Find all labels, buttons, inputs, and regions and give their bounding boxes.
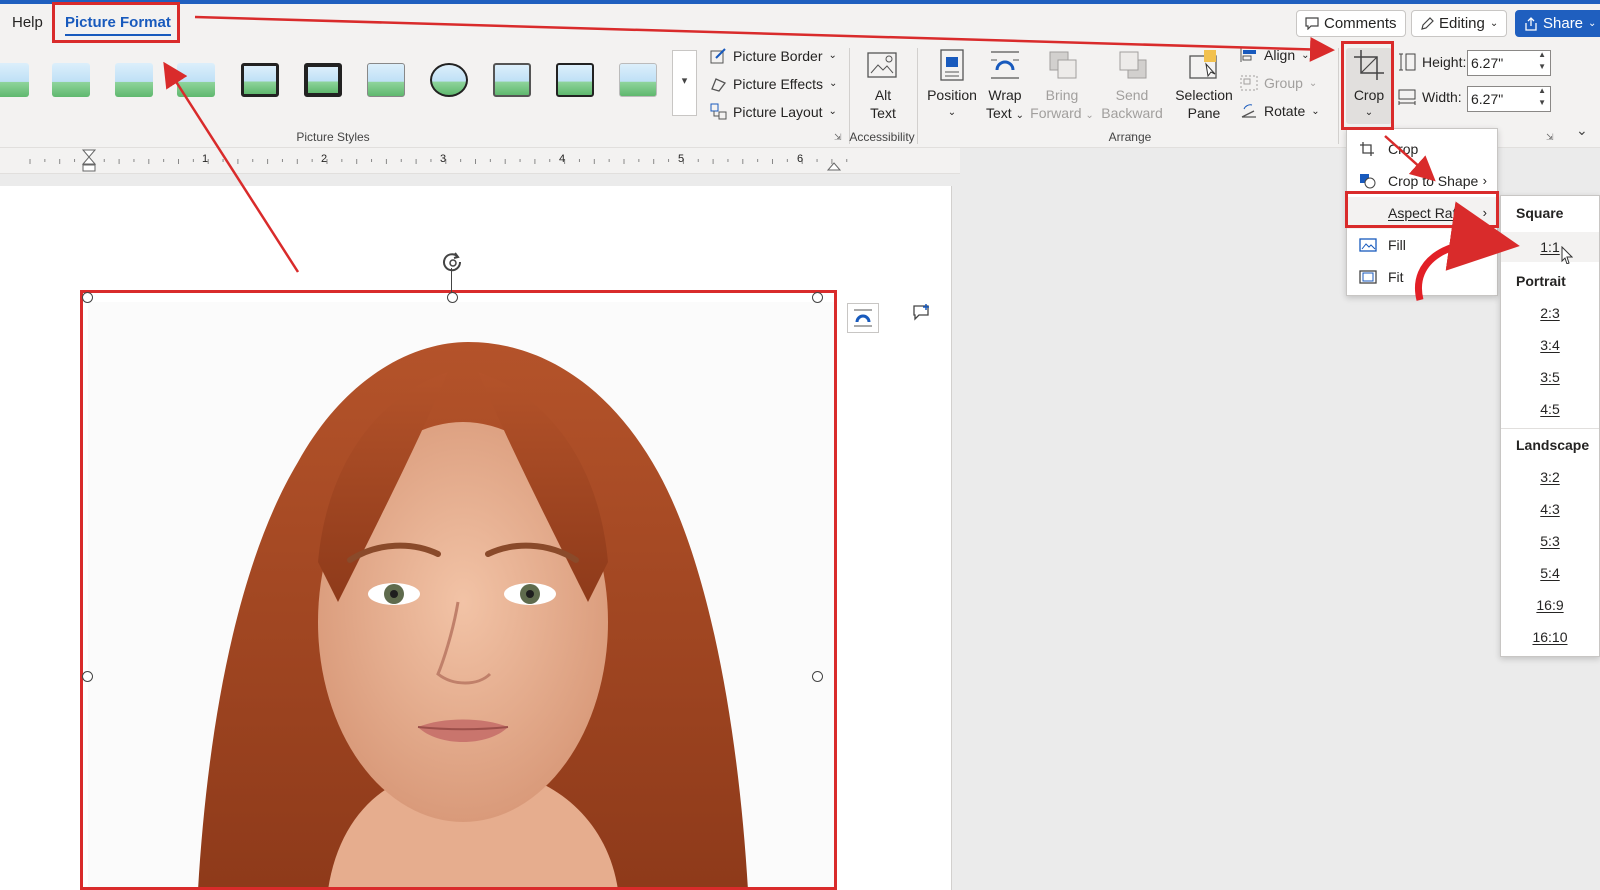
annotation-arrows bbox=[163, 15, 1520, 301]
